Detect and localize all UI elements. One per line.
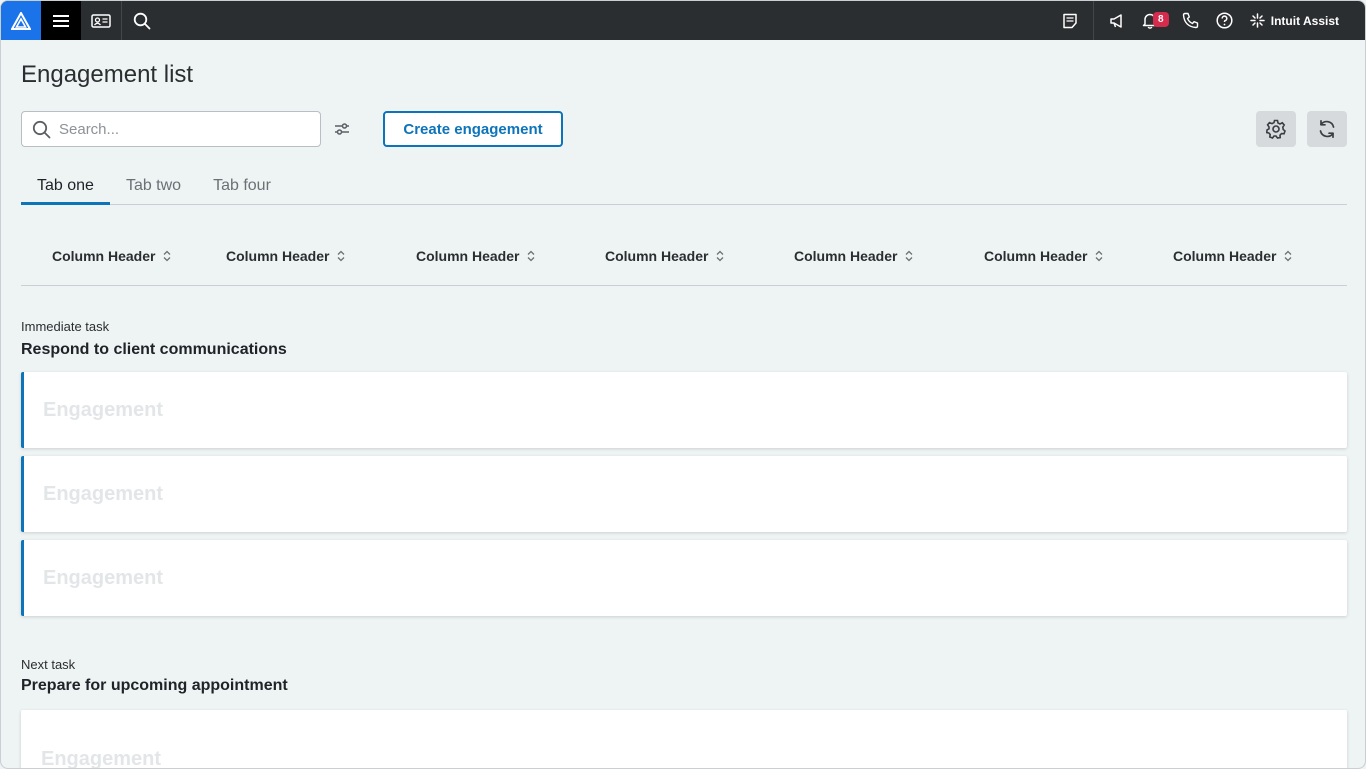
engagement-card-label: Engagement (43, 566, 164, 589)
sort-icon (528, 250, 535, 262)
help-button[interactable] (1208, 1, 1242, 40)
section-title: Respond to client communications (21, 341, 287, 358)
top-bar: 8 Intuit Assist (1, 1, 1365, 40)
notes-button[interactable] (1053, 1, 1087, 40)
column-header[interactable]: Column Header (794, 248, 913, 264)
column-header-label: Column Header (605, 248, 709, 264)
column-header-label: Column Header (226, 248, 330, 264)
sort-icon (164, 250, 171, 262)
logo-icon (11, 11, 31, 30)
column-header[interactable]: Column Header (52, 248, 171, 264)
section-label: Immediate task (21, 319, 110, 334)
notes-icon (1063, 13, 1077, 28)
sort-icon (717, 250, 724, 262)
notification-count-badge: 8 (1152, 12, 1169, 27)
create-engagement-button[interactable]: Create engagement (383, 111, 563, 147)
search-icon (32, 120, 51, 138)
app-logo[interactable] (1, 1, 41, 40)
column-header[interactable]: Column Header (226, 248, 345, 264)
column-header-label: Column Header (1173, 248, 1277, 264)
contacts-button[interactable] (81, 1, 121, 40)
column-header-label: Column Header (984, 248, 1088, 264)
announcements-button[interactable] (1100, 1, 1134, 40)
sort-icon (906, 250, 913, 262)
intuit-assist-label: Intuit Assist (1270, 13, 1339, 28)
engagement-card[interactable]: Engagement (21, 456, 1347, 532)
tab-one[interactable]: Tab one (21, 171, 110, 205)
column-header-row: Column Header Column Header Column Heade… (21, 237, 1347, 286)
hamburger-icon (53, 14, 69, 27)
menu-button[interactable] (41, 1, 81, 40)
refresh-icon (1319, 119, 1335, 139)
phone-icon (1183, 12, 1199, 29)
engagement-card-label: Engagement (43, 398, 164, 421)
column-header-label: Column Header (52, 248, 156, 264)
filter-button[interactable] (331, 119, 353, 139)
sort-icon (338, 250, 345, 262)
column-header[interactable]: Column Header (984, 248, 1103, 264)
contact-card-icon (91, 13, 111, 28)
search-icon (133, 12, 151, 29)
filter-sliders-icon (335, 123, 349, 135)
section-title: Prepare for upcoming appointment (21, 677, 288, 694)
sort-icon (1285, 250, 1292, 262)
engagement-card-label: Engagement (43, 482, 164, 505)
megaphone-icon (1110, 13, 1122, 28)
topbar-divider (1092, 1, 1094, 40)
column-header[interactable]: Column Header (605, 248, 724, 264)
notifications-button[interactable]: 8 (1134, 1, 1174, 40)
engagement-card[interactable]: Engagement (21, 710, 1347, 769)
search-input[interactable] (59, 120, 299, 138)
engagement-card[interactable]: Engagement (21, 372, 1347, 448)
help-icon (1216, 12, 1233, 29)
engagement-card[interactable]: Engagement (21, 540, 1347, 616)
section-label: Next task (21, 657, 76, 672)
settings-button[interactable] (1256, 111, 1296, 147)
tab-four[interactable]: Tab four (197, 171, 287, 205)
refresh-button[interactable] (1307, 111, 1347, 147)
engagement-card-label: Engagement (41, 747, 162, 769)
tab-two[interactable]: Tab two (110, 171, 197, 205)
intuit-assist-button[interactable]: Intuit Assist (1242, 1, 1365, 40)
column-header[interactable]: Column Header (416, 248, 535, 264)
phone-button[interactable] (1174, 1, 1208, 40)
search-box[interactable] (21, 111, 321, 147)
tab-bar: Tab one Tab two Tab four (21, 171, 1347, 205)
column-header-label: Column Header (416, 248, 520, 264)
sort-icon (1096, 250, 1103, 262)
column-header-label: Column Header (794, 248, 898, 264)
global-search-button[interactable] (122, 1, 162, 40)
page-title: Engagement list (21, 61, 194, 88)
column-header[interactable]: Column Header (1173, 248, 1292, 264)
sparkle-icon (1250, 13, 1265, 28)
app-frame: 8 Intuit Assist Engagement list Search..… (0, 0, 1366, 769)
gear-icon (1266, 119, 1286, 139)
topbar-actions: 8 Intuit Assist (1053, 1, 1365, 40)
